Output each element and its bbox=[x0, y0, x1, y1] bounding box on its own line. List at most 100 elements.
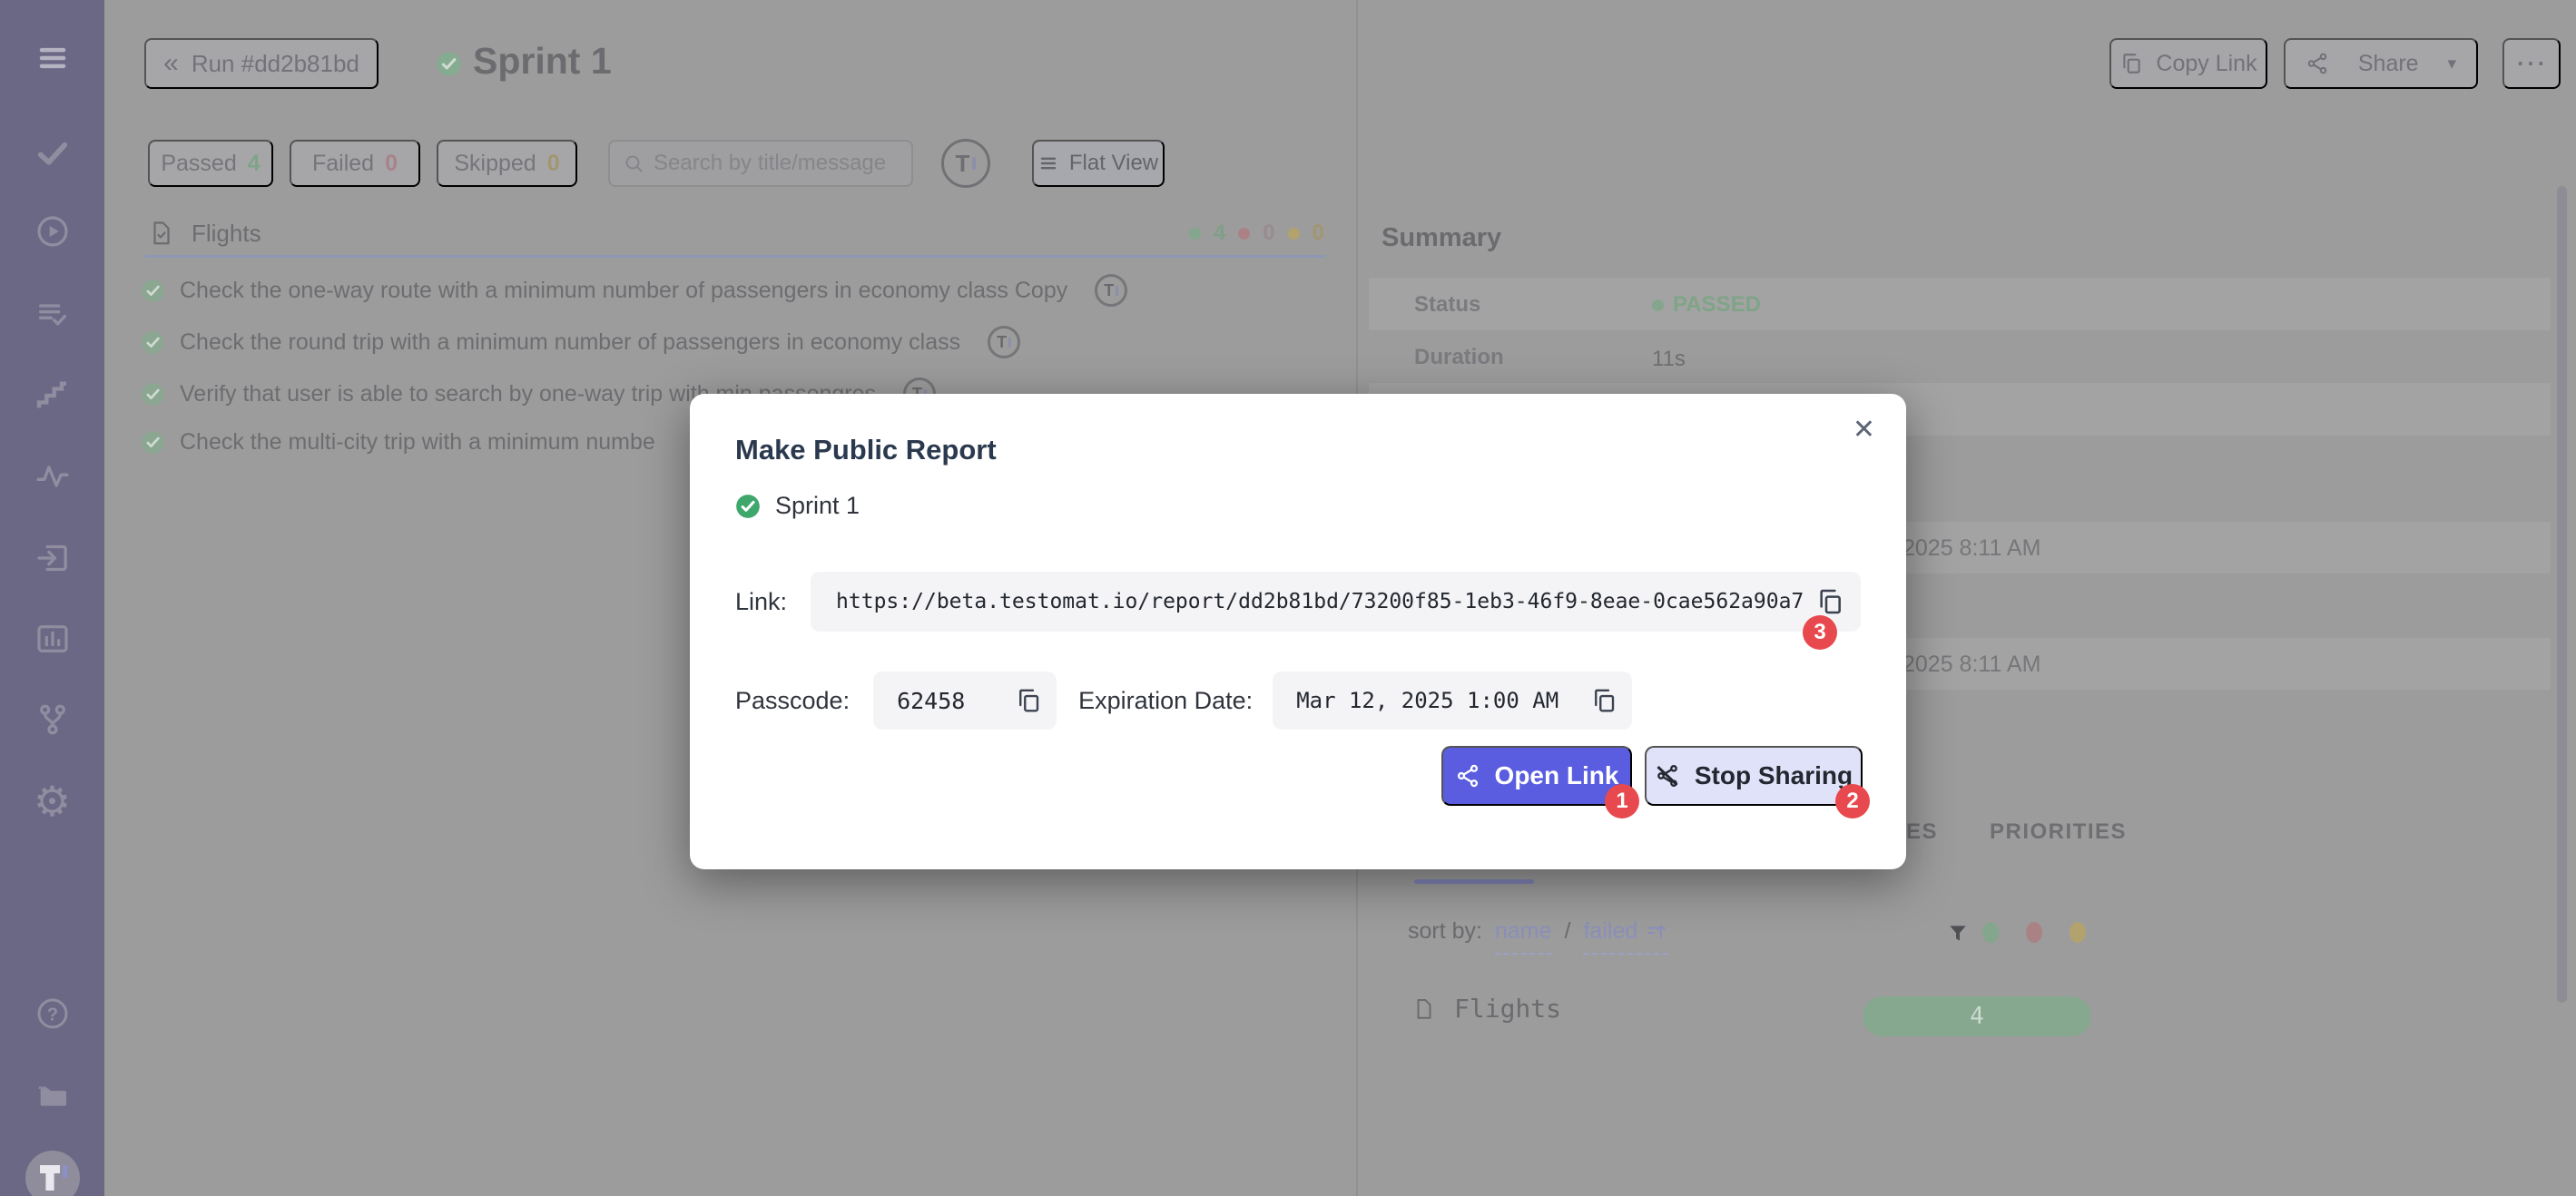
branches-icon[interactable] bbox=[0, 701, 104, 738]
skipped-count: 0 bbox=[547, 151, 560, 177]
t-accent bbox=[1116, 286, 1118, 296]
t-glyph: T bbox=[1104, 281, 1114, 300]
search-icon bbox=[623, 152, 644, 174]
suite-failed-count: 0 bbox=[1263, 221, 1274, 246]
passcode-field[interactable]: 62458 bbox=[873, 672, 1057, 730]
test-tms-badge-icon[interactable]: T bbox=[988, 326, 1020, 358]
filter-skipped-chip[interactable]: Skipped 0 bbox=[437, 140, 577, 187]
import-icon[interactable] bbox=[0, 540, 104, 576]
suite-progress-bar[interactable]: 4 bbox=[1863, 996, 2091, 1036]
summary-row-status: Status PASSED bbox=[1369, 278, 2551, 330]
filter-failed-chip[interactable]: Failed 0 bbox=[290, 140, 420, 187]
suite-file-icon bbox=[148, 219, 175, 248]
gear-glyph: ⚙ bbox=[34, 780, 71, 822]
summary-date-value: 2025 8:11 AM bbox=[1903, 652, 2040, 678]
summary-row-duration: Duration 11s bbox=[1369, 330, 2551, 383]
status-text: PASSED bbox=[1673, 292, 1761, 318]
help-icon[interactable]: ? bbox=[0, 995, 104, 1032]
testomat-mark-icon[interactable]: T bbox=[941, 139, 990, 188]
open-link-button[interactable]: Open Link 1 bbox=[1441, 746, 1632, 806]
expiration-field[interactable]: Mar 12, 2025 1:00 AM bbox=[1273, 672, 1632, 730]
duration-label: Duration bbox=[1414, 345, 1504, 370]
reports-chart-icon[interactable] bbox=[0, 621, 104, 657]
step-badge-1: 1 bbox=[1605, 784, 1639, 819]
suite-progress-row[interactable]: Flights bbox=[1412, 994, 1561, 1024]
runs-play-icon[interactable] bbox=[0, 213, 104, 250]
sort-failed-label: failed bbox=[1583, 918, 1637, 945]
projects-folders-icon[interactable] bbox=[0, 1077, 104, 1113]
stop-sharing-button[interactable]: Stop Sharing 2 bbox=[1645, 746, 1863, 806]
test-row[interactable]: Check the round trip with a minimum numb… bbox=[141, 326, 1020, 358]
stop-sharing-label: Stop Sharing bbox=[1695, 761, 1853, 790]
copy-expiration-icon[interactable] bbox=[1590, 687, 1617, 714]
sidebar: ⚙ ? bbox=[0, 0, 104, 1196]
suite-row[interactable]: Flights 4 0 0 bbox=[148, 211, 1324, 256]
milestones-stairs-icon[interactable] bbox=[0, 377, 104, 414]
step-badge-3: 3 bbox=[1803, 615, 1837, 650]
t-accent bbox=[1008, 338, 1011, 348]
share-button[interactable]: Share ▾ bbox=[2284, 38, 2478, 89]
status-dot bbox=[1652, 299, 1664, 311]
flat-view-button[interactable]: Flat View bbox=[1032, 140, 1165, 187]
tests-check-icon[interactable] bbox=[0, 134, 104, 171]
legend-skipped-dot[interactable] bbox=[2070, 922, 2086, 943]
copy-link-label: Copy Link bbox=[2156, 51, 2256, 77]
test-passed-icon bbox=[141, 382, 165, 407]
share-icon bbox=[1455, 763, 1480, 789]
filter-passed-chip[interactable]: Passed 4 bbox=[148, 140, 273, 187]
logo-icon[interactable] bbox=[0, 1149, 104, 1196]
page-title: Sprint 1 bbox=[473, 40, 612, 83]
tab-suites-fragment[interactable]: ES bbox=[1906, 819, 1938, 845]
link-field[interactable]: https://beta.testomat.io/report/dd2b81bd… bbox=[811, 572, 1861, 632]
search-input[interactable] bbox=[654, 151, 935, 176]
passed-count: 4 bbox=[248, 151, 261, 177]
suite-skipped-count: 0 bbox=[1313, 221, 1324, 246]
test-plans-icon[interactable] bbox=[0, 297, 104, 333]
ellipsis-icon: ⋯ bbox=[2515, 45, 2548, 82]
sort-by-name-link[interactable]: name bbox=[1495, 918, 1552, 955]
failed-count: 0 bbox=[385, 151, 398, 177]
suite-name: Flights bbox=[192, 220, 261, 248]
passed-label: Passed bbox=[161, 151, 236, 177]
open-link-label: Open Link bbox=[1495, 761, 1619, 790]
copy-link-button[interactable]: Copy Link bbox=[2109, 38, 2267, 89]
t-glyph: T bbox=[956, 150, 970, 178]
menu-icon[interactable] bbox=[0, 40, 104, 76]
legend-failed-dot[interactable] bbox=[2026, 922, 2042, 943]
share-off-icon bbox=[1655, 763, 1680, 789]
link-url: https://beta.testomat.io/report/dd2b81bd… bbox=[836, 590, 1815, 613]
close-icon[interactable]: ✕ bbox=[1853, 414, 1875, 446]
test-passed-icon bbox=[141, 330, 165, 355]
suite-progress-name: Flights bbox=[1454, 994, 1561, 1024]
analytics-pulse-icon[interactable] bbox=[0, 458, 104, 495]
status-label: Status bbox=[1414, 292, 1480, 318]
failed-label: Failed bbox=[312, 151, 374, 177]
test-tms-badge-icon[interactable]: T bbox=[1095, 274, 1127, 307]
more-actions-button[interactable]: ⋯ bbox=[2502, 38, 2561, 89]
test-row[interactable]: Check the multi-city trip with a minimum… bbox=[141, 429, 655, 456]
app-screen: ⚙ ? « Run #dd2b81bd Sprint 1 Copy Link S… bbox=[0, 0, 2576, 1196]
sort-by-failed-link[interactable]: failed bbox=[1583, 918, 1668, 955]
test-row[interactable]: Check the one-way route with a minimum n… bbox=[141, 274, 1127, 307]
chevron-down-icon: ▾ bbox=[2447, 54, 2456, 74]
copy-link-url-icon[interactable] bbox=[1815, 587, 1844, 616]
copy-passcode-icon[interactable] bbox=[1015, 687, 1042, 714]
back-to-run-button[interactable]: « Run #dd2b81bd bbox=[144, 38, 379, 89]
suite-passed-count: 4 bbox=[1214, 221, 1225, 246]
expiration-label: Expiration Date: bbox=[1078, 687, 1253, 715]
sort-by-label: sort by: bbox=[1408, 918, 1482, 945]
run-passed-check-icon bbox=[735, 494, 761, 519]
scrollbar-thumb[interactable] bbox=[2557, 186, 2567, 1003]
tab-priorities[interactable]: PRIORITIES bbox=[1990, 819, 2127, 845]
sort-separator: / bbox=[1565, 918, 1571, 945]
failed-dot bbox=[1238, 228, 1250, 240]
search-box[interactable] bbox=[608, 140, 913, 187]
filter-funnel-icon[interactable] bbox=[1946, 920, 1970, 952]
suite-divider bbox=[145, 255, 1325, 258]
share-icon bbox=[2306, 52, 2329, 75]
settings-gear-icon[interactable]: ⚙ bbox=[0, 780, 104, 822]
modal-actions: Open Link 1 Stop Sharing 2 bbox=[1441, 746, 1863, 806]
link-row: Link: https://beta.testomat.io/report/dd… bbox=[735, 572, 1861, 632]
flat-view-label: Flat View bbox=[1069, 151, 1158, 176]
legend-passed-dot[interactable] bbox=[1982, 922, 1999, 943]
